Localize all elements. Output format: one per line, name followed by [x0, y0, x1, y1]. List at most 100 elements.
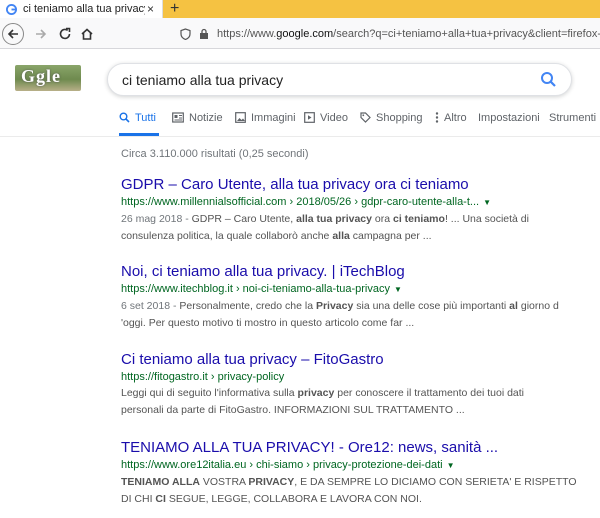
url-bar[interactable]: https://www.google.com/search?q=ci+tenia…	[180, 23, 600, 45]
google-doodle-logo[interactable]: Ggle	[15, 65, 81, 91]
result-title-link[interactable]: Ci teniamo alla tua privacy – FitoGastro	[121, 350, 591, 369]
tab-title: ci teniamo alla tua privacy - Ce	[23, 3, 145, 15]
snippet-text: VOSTRA	[199, 476, 249, 488]
google-favicon-icon	[6, 3, 17, 15]
tab-close-icon[interactable]: ×	[147, 2, 154, 16]
snippet-bold: TENIAMO ALLA	[121, 476, 200, 488]
result-title-link[interactable]: Noi, ci teniamo alla tua privacy. | iTec…	[121, 262, 591, 281]
result-snippet: 26 mag 2018 - GDPR – Caro Utente, alla t…	[121, 211, 591, 245]
tag-icon	[360, 112, 371, 123]
search-box[interactable]: ci teniamo alla tua privacy	[107, 63, 572, 96]
video-icon	[304, 112, 315, 123]
tab-label: Video	[320, 112, 348, 124]
result-snippet: 6 set 2018 - Personalmente, credo che la…	[121, 298, 591, 332]
result-url: https://fitogastro.it › privacy-policy	[121, 369, 591, 385]
snippet-text: , E DA SEMPRE LO DICIAMO CON SERIETA' E …	[294, 476, 577, 488]
tab-video[interactable]: Video	[304, 112, 348, 136]
snippet-bold: alla	[332, 230, 350, 242]
tab-label: Impostazioni	[478, 112, 540, 124]
result-url-text: https://fitogastro.it › privacy-policy	[121, 371, 285, 383]
browser-tab[interactable]: ci teniamo alla tua privacy - Ce ×	[0, 0, 163, 18]
snippet-bold: PRIVACY	[248, 476, 295, 488]
search-result: TENIAMO ALLA TUA PRIVACY! - Ore12: news,…	[121, 438, 591, 508]
search-result: Ci teniamo alla tua privacy – FitoGastro…	[121, 350, 591, 419]
result-url: https://www.itechblog.it › noi-ci-teniam…	[121, 281, 591, 298]
search-icon	[119, 112, 130, 123]
snippet-bold: ci teniamo	[393, 213, 445, 225]
result-url-text: https://www.millennialsofficial.com › 20…	[121, 196, 480, 208]
tabs-divider	[0, 136, 600, 137]
snippet-text: consulenza politica, la quale collaborò …	[121, 230, 333, 242]
snippet-bold: CI	[155, 493, 166, 505]
search-result: Noi, ci teniamo alla tua privacy. | iTec…	[121, 262, 591, 332]
result-url-text: https://www.ore12italia.eu › chi-siamo ›…	[121, 459, 443, 471]
snippet-text: sia una delle cose più importanti	[353, 300, 510, 312]
image-icon	[235, 112, 246, 123]
tab-strumenti[interactable]: Strumenti	[549, 112, 596, 136]
result-title-link[interactable]: TENIAMO ALLA TUA PRIVACY! - Ore12: news,…	[121, 438, 591, 457]
caret-down-icon[interactable]: ▼	[447, 461, 455, 470]
result-url: https://www.millennialsofficial.com › 20…	[121, 194, 591, 211]
tab-tutti[interactable]: Tutti	[119, 112, 159, 136]
home-button[interactable]	[76, 23, 98, 45]
snippet-text: ora	[371, 213, 393, 225]
reload-button[interactable]	[54, 23, 76, 45]
tab-impostazioni[interactable]: Impostazioni	[478, 112, 540, 136]
tab-label: Notizie	[189, 112, 223, 124]
url-rest: /search?q=ci+teniamo+alla+tua+privacy&cl…	[333, 28, 600, 40]
lock-icon[interactable]	[199, 28, 209, 40]
tab-immagini[interactable]: Immagini	[235, 112, 296, 136]
snippet-text: personali da parte di FitoGastro. INFORM…	[121, 404, 465, 416]
back-button[interactable]	[2, 23, 24, 45]
search-tabs: Tutti Notizie Immagini Video Shopping Al…	[115, 112, 600, 136]
url-text: https://www.google.com/search?q=ci+tenia…	[217, 28, 600, 40]
search-input[interactable]: ci teniamo alla tua privacy	[122, 72, 283, 88]
snippet-bold: alla tua privacy	[296, 213, 372, 225]
snippet-bold: privacy	[297, 387, 335, 399]
tab-label: Shopping	[376, 112, 423, 124]
caret-down-icon[interactable]: ▼	[483, 198, 491, 207]
snippet-text: Personalmente, credo che la	[179, 300, 316, 312]
reload-icon	[59, 27, 71, 40]
result-date: 26 mag 2018 -	[121, 213, 192, 225]
tab-label: Strumenti	[549, 112, 597, 124]
search-result: GDPR – Caro Utente, alla tua privacy ora…	[121, 175, 591, 245]
snippet-bold: Privacy	[315, 300, 354, 312]
snippet-text: giorno d	[517, 300, 559, 312]
snippet-text: per conoscere il trattamento dei tuoi da…	[334, 387, 524, 399]
logo-text: Ggle	[21, 66, 61, 86]
snippet-text: campagna per ...	[349, 230, 432, 242]
arrow-left-icon	[7, 29, 18, 39]
snippet-text: ! ... Una società di	[444, 213, 529, 225]
snippet-text: Leggi qui di seguito l'informativa sulla	[121, 387, 298, 399]
forward-button[interactable]	[30, 23, 52, 45]
url-domain: google.com	[276, 28, 334, 40]
result-url-text: https://www.itechblog.it › noi-ci-teniam…	[121, 283, 390, 295]
snippet-text: 'oggi. Per questo motivo ti mostro in qu…	[121, 317, 415, 329]
url-prefix: https://www.	[217, 28, 277, 40]
caret-down-icon[interactable]: ▼	[394, 285, 402, 294]
tab-label: Altro	[444, 112, 467, 124]
tab-label: Immagini	[251, 112, 296, 124]
more-vert-icon	[435, 112, 439, 123]
browser-tab-strip: ci teniamo alla tua privacy - Ce × +	[0, 0, 600, 18]
navigation-bar: https://www.google.com/search?q=ci+tenia…	[0, 18, 600, 49]
snippet-bold: al	[509, 300, 518, 312]
tab-notizie[interactable]: Notizie	[172, 112, 223, 136]
snippet-text: DI CHI	[121, 493, 156, 505]
tab-altro[interactable]: Altro	[435, 112, 467, 136]
shield-icon[interactable]	[180, 28, 191, 40]
result-url: https://www.ore12italia.eu › chi-siamo ›…	[121, 457, 591, 474]
result-date: 6 set 2018 -	[121, 300, 180, 312]
home-icon	[81, 28, 93, 40]
arrow-right-icon	[36, 29, 47, 39]
result-title-link[interactable]: GDPR – Caro Utente, alla tua privacy ora…	[121, 175, 591, 194]
news-icon	[172, 112, 184, 123]
tab-shopping[interactable]: Shopping	[360, 112, 423, 136]
result-snippet: TENIAMO ALLA VOSTRA PRIVACY, E DA SEMPRE…	[121, 474, 591, 508]
new-tab-button[interactable]: +	[170, 0, 179, 18]
tab-label: Tutti	[135, 112, 156, 124]
search-icon[interactable]	[540, 71, 557, 93]
snippet-text: GDPR – Caro Utente,	[191, 213, 297, 225]
result-stats: Circa 3.110.000 risultati (0,25 secondi)	[121, 148, 309, 160]
